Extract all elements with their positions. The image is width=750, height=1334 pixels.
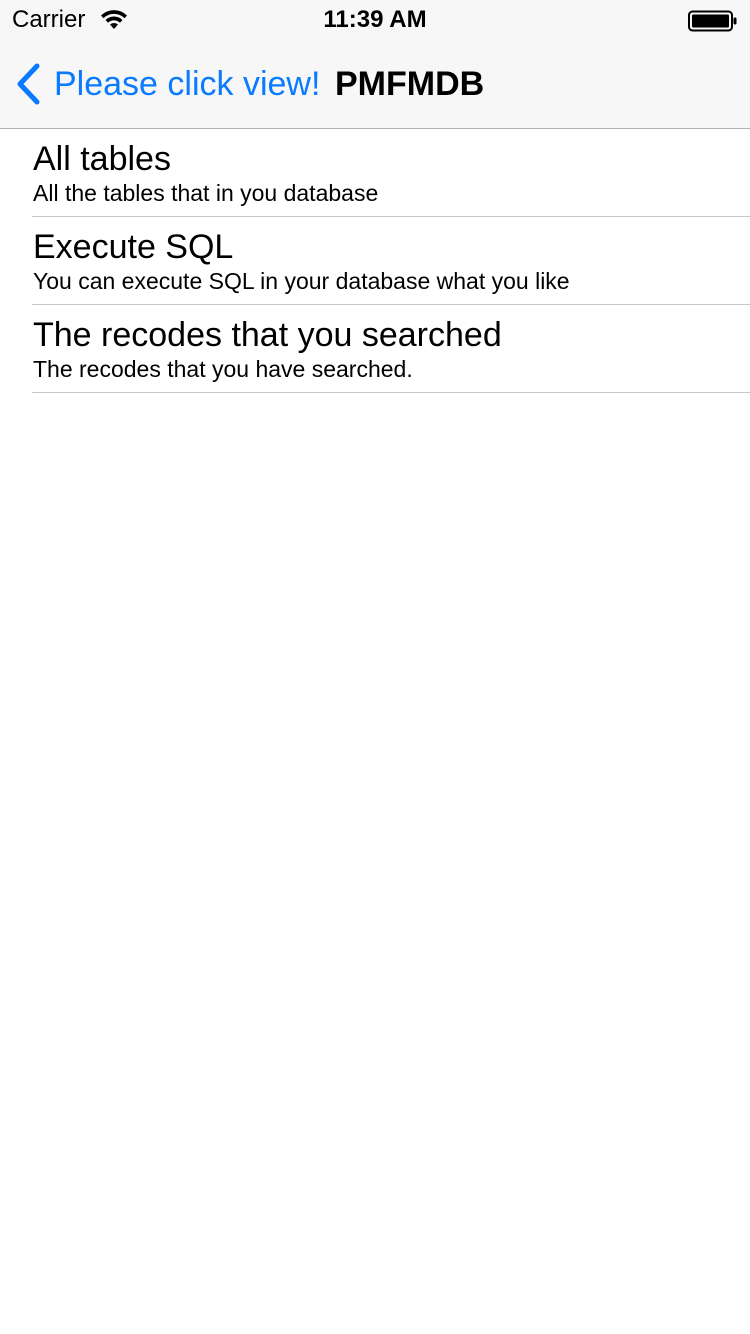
back-button-label: Please click view! [54,65,321,103]
back-button[interactable]: Please click view! [14,60,320,108]
row-subtitle: All the tables that in you database [33,180,379,206]
status-bar: Carrier 11:39 AM [0,0,750,40]
app-screen: Carrier 11:39 AM Please click view! PMFM… [0,0,750,1334]
navigation-bar: Please click view! PMFMDB [0,40,750,128]
table-row-searched-records[interactable]: The recodes that you searched The recode… [32,305,750,393]
battery-icon [688,10,737,32]
row-subtitle: The recodes that you have searched. [33,356,413,382]
table-view: All tables All the tables that in you da… [0,129,750,393]
status-time: 11:39 AM [323,6,427,33]
row-title: All tables [33,140,171,178]
table-row-all-tables[interactable]: All tables All the tables that in you da… [32,129,750,217]
row-title: The recodes that you searched [33,316,502,354]
row-subtitle: You can execute SQL in your database wha… [33,268,570,294]
table-row-execute-sql[interactable]: Execute SQL You can execute SQL in your … [32,217,750,305]
page-title: PMFMDB [335,65,485,103]
chevron-left-icon [17,63,40,105]
row-title: Execute SQL [33,228,234,266]
top-chrome: Carrier 11:39 AM Please click view! PMFM… [0,0,750,129]
